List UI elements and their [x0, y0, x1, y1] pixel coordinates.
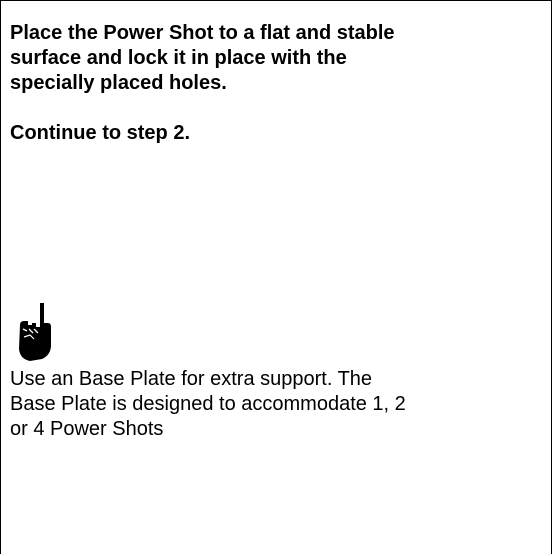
tip-line: Base Plate is designed to accommodate 1,…	[10, 393, 406, 415]
instruction-text: Place the Power Shot to a flat and stabl…	[10, 21, 540, 96]
pointing-hand-icon	[19, 303, 51, 361]
tip-text: Use an Base Plate for extra support. The…	[10, 367, 545, 442]
tip-line: Use an Base Plate for extra support. The	[10, 368, 373, 390]
instruction-line: surface and lock it in place with the	[10, 47, 347, 69]
instruction-line: Place the Power Shot to a flat and stabl…	[10, 22, 395, 44]
instruction-line: specially placed holes.	[10, 72, 227, 94]
tip-line: or 4 Power Shots	[10, 418, 164, 440]
page-frame: Place the Power Shot to a flat and stabl…	[0, 0, 552, 554]
step-note: Continue to step 2.	[10, 122, 190, 144]
